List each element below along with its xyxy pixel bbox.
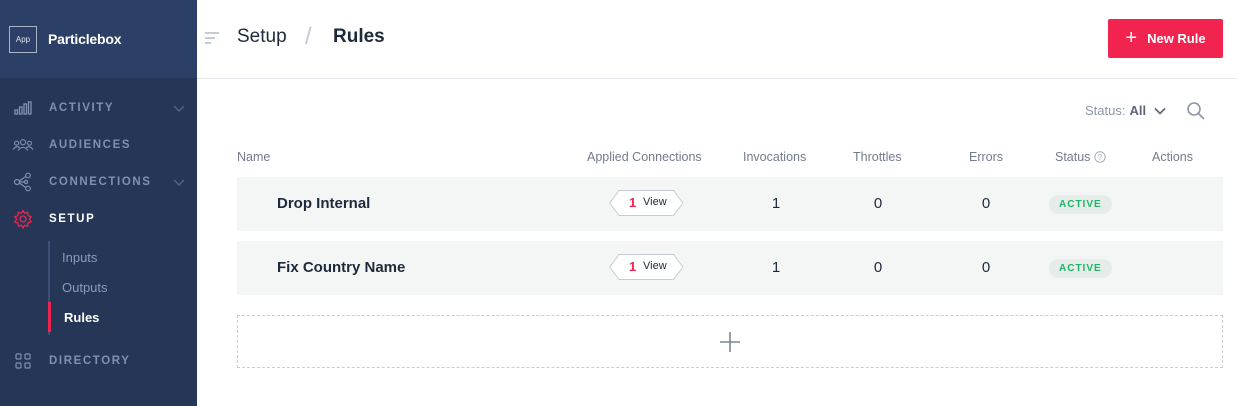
nav-item-setup[interactable]: SETUP — [0, 201, 197, 237]
chevron-down-icon — [1154, 107, 1166, 115]
menu-toggle-icon[interactable] — [204, 31, 220, 45]
gear-icon — [12, 209, 34, 229]
chevron-down-icon[interactable] — [172, 101, 186, 115]
brand-header[interactable]: App Particlebox — [0, 0, 197, 78]
page-header: Setup / Rules + New Rule — [197, 0, 1237, 79]
grid-icon — [12, 351, 34, 371]
status-badge: ACTIVE — [1049, 195, 1112, 214]
subnav-item-outputs[interactable]: Outputs — [50, 272, 190, 302]
svg-text:?: ? — [1098, 153, 1103, 162]
plus-icon: + — [1125, 26, 1138, 49]
page-title: Rules — [333, 26, 385, 47]
nav-item-activity[interactable]: ACTIVITY — [0, 90, 197, 126]
rule-name[interactable]: Fix Country Name — [277, 259, 405, 276]
nav-label-directory: DIRECTORY — [49, 355, 131, 367]
table-row[interactable]: Fix Country Name 1 View 1 0 0 ACTIVE — [237, 241, 1223, 295]
invocations-value: 1 — [771, 195, 781, 212]
connections-count: 1 — [629, 259, 637, 274]
people-icon — [12, 135, 34, 155]
bar-chart-icon — [12, 98, 34, 118]
status-filter-value: All — [1129, 103, 1147, 118]
nav-item-audiences[interactable]: AUDIENCES — [0, 127, 197, 163]
plus-icon — [720, 331, 740, 352]
breadcrumb-setup[interactable]: Setup — [237, 26, 287, 48]
errors-value: 0 — [981, 195, 991, 212]
view-label: View — [643, 260, 667, 272]
nav-item-directory[interactable]: DIRECTORY — [0, 343, 197, 379]
chevron-down-icon[interactable] — [172, 175, 186, 189]
column-header-applied-connections[interactable]: Applied Connections — [587, 150, 702, 164]
column-header-status-label: Status — [1055, 150, 1091, 164]
throttles-value: 0 — [873, 195, 883, 212]
nav-label-connections: CONNECTIONS — [49, 176, 152, 188]
status-filter-label: Status: — [1085, 103, 1126, 118]
errors-value: 0 — [981, 259, 991, 276]
brand-name: Particlebox — [48, 31, 122, 47]
subnav-item-rules[interactable]: Rules — [48, 302, 188, 332]
status-badge: ACTIVE — [1049, 259, 1112, 278]
nav-label-audiences: AUDIENCES — [49, 139, 132, 151]
network-icon — [12, 172, 34, 192]
throttles-value: 0 — [873, 259, 883, 276]
subnav-item-inputs[interactable]: Inputs — [50, 242, 190, 272]
nav-item-connections[interactable]: CONNECTIONS — [0, 164, 197, 200]
view-label: View — [643, 196, 667, 208]
view-connections-button[interactable]: 1 View — [609, 190, 684, 216]
new-rule-label: New Rule — [1147, 31, 1206, 46]
column-header-throttles[interactable]: Throttles — [853, 150, 902, 164]
column-header-actions: Actions — [1152, 150, 1193, 164]
search-icon[interactable] — [1185, 100, 1207, 122]
sidebar: App Particlebox ACTIVITY AUDIENCES CONNE… — [0, 0, 197, 406]
status-filter[interactable]: Status: All — [1085, 103, 1167, 118]
setup-subnav: Inputs Outputs Rules — [48, 241, 197, 335]
column-header-invocations[interactable]: Invocations — [743, 150, 806, 164]
connections-count: 1 — [629, 195, 637, 210]
nav-label-activity: ACTIVITY — [49, 102, 115, 114]
breadcrumb-separator: / — [305, 23, 312, 50]
view-connections-button[interactable]: 1 View — [609, 254, 684, 280]
column-header-status[interactable]: Status ? — [1055, 150, 1107, 164]
nav-label-setup: SETUP — [49, 213, 96, 225]
rule-name[interactable]: Drop Internal — [277, 195, 370, 212]
help-icon[interactable]: ? — [1094, 151, 1107, 163]
app-logo: App — [9, 25, 37, 53]
invocations-value: 1 — [771, 259, 781, 276]
table-row[interactable]: Drop Internal 1 View 1 0 0 ACTIVE — [237, 177, 1223, 231]
column-header-name[interactable]: Name — [237, 150, 270, 164]
column-header-errors[interactable]: Errors — [969, 150, 1003, 164]
add-rule-area[interactable] — [237, 315, 1223, 368]
new-rule-button[interactable]: + New Rule — [1108, 19, 1223, 58]
